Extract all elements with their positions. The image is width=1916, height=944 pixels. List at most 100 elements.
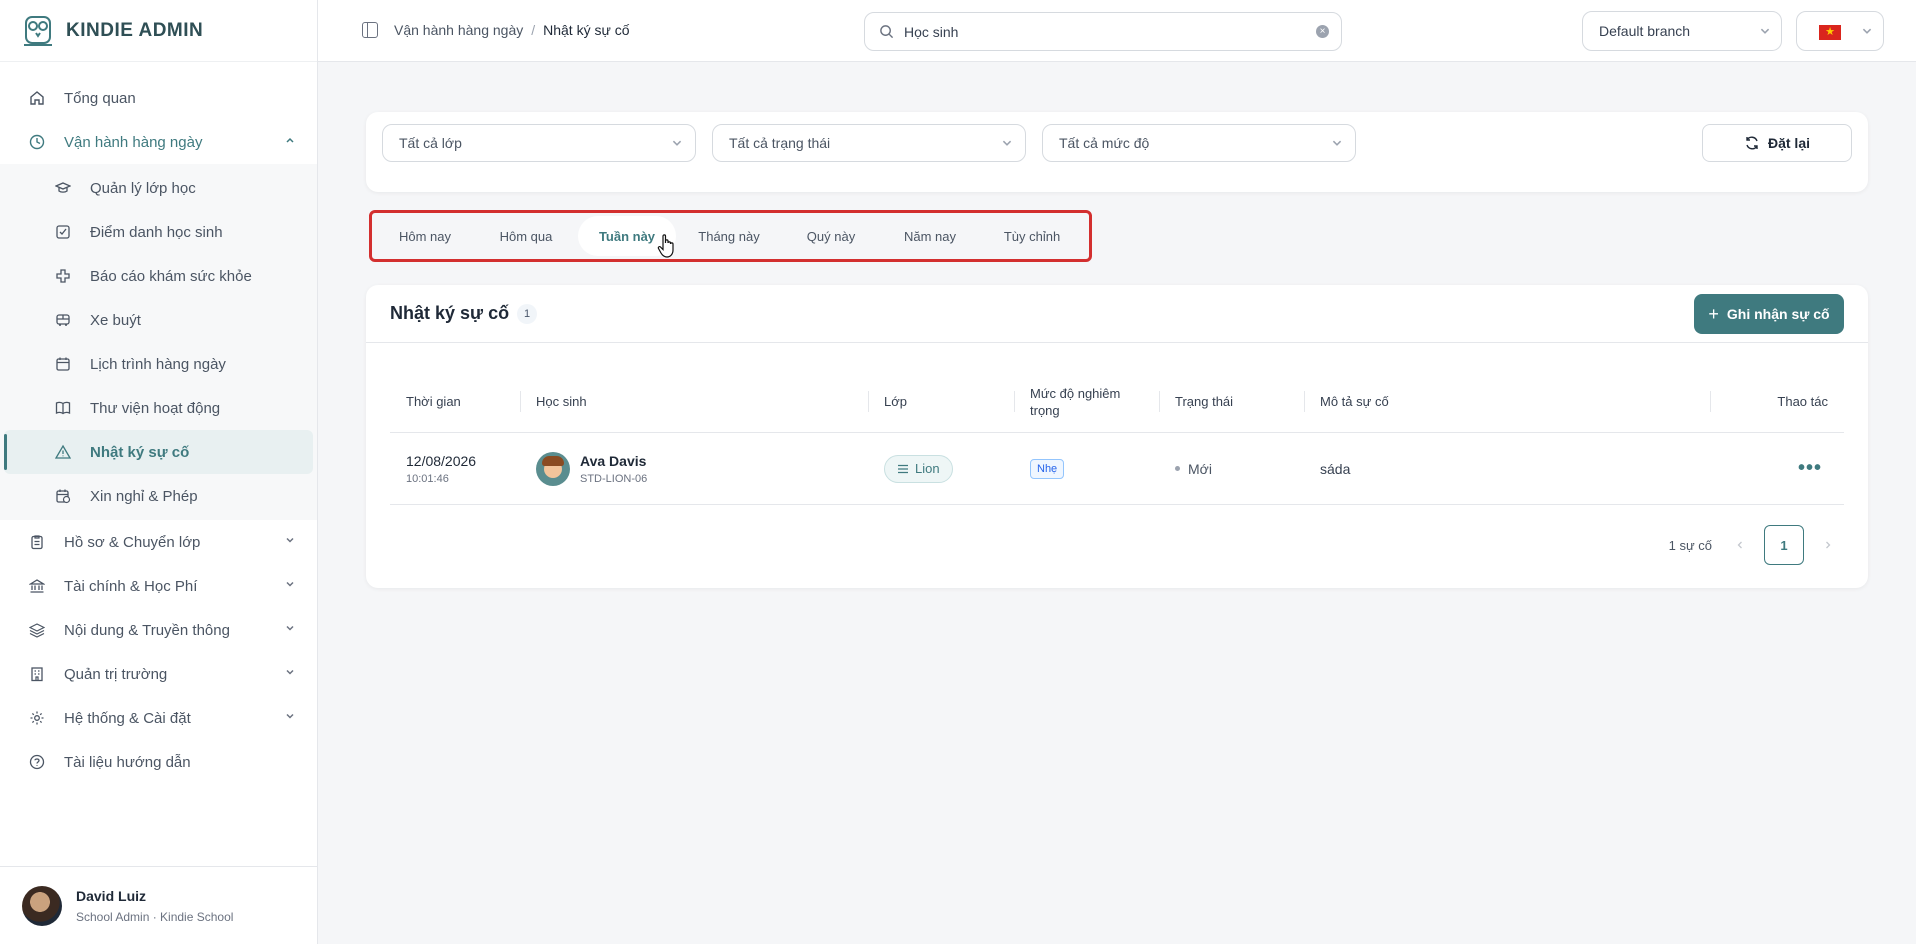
sidebar-item-finance[interactable]: Tài chính & Học Phí bbox=[0, 564, 317, 608]
student-name[interactable]: Ava Davis bbox=[580, 453, 647, 469]
tab-label: Tùy chỉnh bbox=[1003, 228, 1061, 244]
layers-icon bbox=[28, 621, 46, 639]
breadcrumb-separator: / bbox=[531, 22, 536, 38]
tab-label: Năm nay bbox=[903, 228, 957, 244]
add-incident-button[interactable]: + Ghi nhận sự cố bbox=[1694, 294, 1844, 334]
student-avatar bbox=[536, 451, 570, 486]
search-icon bbox=[880, 25, 894, 39]
sidebar-item-school-admin[interactable]: Quản trị trường bbox=[0, 652, 317, 696]
breadcrumb-item-parent[interactable]: Vận hành hàng ngày bbox=[394, 22, 523, 38]
search-box[interactable]: × bbox=[864, 12, 1342, 51]
sidebar-item-label: Nội dung & Truyền thông bbox=[64, 621, 230, 639]
sidebar-item-label: Hệ thống & Cài đặt bbox=[64, 709, 191, 727]
book-icon bbox=[54, 399, 72, 417]
status-dot bbox=[1175, 466, 1180, 471]
sidebar-item-attendance[interactable]: Điểm danh học sinh bbox=[4, 210, 313, 254]
total-count: 1 sự cố bbox=[1668, 537, 1712, 553]
vietnam-flag-icon: ★ bbox=[1819, 25, 1841, 40]
incident-log-card: Nhật ký sự cố 1 + Ghi nhận sự cố Thời gi… bbox=[366, 285, 1868, 588]
sidebar-item-overview[interactable]: Tổng quan bbox=[0, 76, 317, 120]
cell-time: 12/08/2026 10:01:46 bbox=[390, 433, 520, 504]
sidebar-item-leave[interactable]: Xin nghỉ & Phép bbox=[4, 474, 313, 518]
page-button-current[interactable]: 1 bbox=[1764, 525, 1804, 565]
card-header: Nhật ký sự cố 1 + Ghi nhận sự cố bbox=[366, 285, 1868, 343]
class-filter-select[interactable]: Tất cả lớp bbox=[382, 124, 696, 162]
sidebar-item-label: Báo cáo khám sức khỏe bbox=[90, 267, 252, 285]
sidebar-item-records[interactable]: Hồ sơ & Chuyển lớp bbox=[0, 520, 317, 564]
cell-class: Lion bbox=[868, 433, 1014, 504]
incident-date: 12/08/2026 bbox=[406, 452, 477, 469]
tab-label: Tháng này bbox=[698, 228, 760, 244]
chevron-down-icon bbox=[1862, 28, 1872, 34]
column-header-status[interactable]: Trạng thái bbox=[1159, 371, 1304, 432]
incident-time: 10:01:46 bbox=[406, 472, 449, 485]
user-profile[interactable]: David Luiz School Admin · Kindie School bbox=[0, 866, 317, 944]
chevron-down-icon bbox=[286, 625, 294, 631]
clipboard-icon bbox=[28, 533, 46, 551]
cell-status: Mới bbox=[1159, 433, 1304, 504]
incident-table: Thời gian Học sinh Lớp Mức độ nghiêm trọ… bbox=[390, 371, 1844, 505]
column-header-class[interactable]: Lớp bbox=[868, 371, 1014, 432]
column-header-actions: Thao tác bbox=[1710, 371, 1844, 432]
column-header-student[interactable]: Học sinh bbox=[520, 371, 868, 432]
student-code: STD-LION-06 bbox=[580, 472, 648, 485]
plus-icon: + bbox=[1708, 303, 1719, 324]
tab-this-year[interactable]: Năm nay bbox=[880, 216, 980, 256]
graduation-cap-icon bbox=[54, 179, 72, 197]
chevron-down-icon bbox=[1002, 140, 1012, 146]
status-filter-select[interactable]: Tất cả trạng thái bbox=[712, 124, 1026, 162]
home-icon bbox=[28, 89, 46, 107]
column-header-severity[interactable]: Mức độ nghiêm trọng bbox=[1014, 371, 1159, 432]
more-actions-icon[interactable]: ••• bbox=[1798, 457, 1822, 480]
brand[interactable]: KINDIE ADMIN bbox=[0, 0, 317, 62]
sidebar-item-label: Thư viện hoạt động bbox=[90, 399, 221, 417]
tab-custom[interactable]: Tùy chỉnh bbox=[980, 216, 1084, 256]
sidebar-toggle-icon[interactable] bbox=[362, 22, 378, 38]
pagination: 1 sự cố 1 bbox=[1669, 525, 1844, 565]
column-header-time[interactable]: Thời gian bbox=[390, 371, 520, 432]
sidebar-item-health-report[interactable]: Báo cáo khám sức khỏe bbox=[4, 254, 313, 298]
bank-icon bbox=[28, 577, 46, 595]
bus-icon bbox=[54, 311, 72, 329]
sidebar-item-label: Vận hành hàng ngày bbox=[64, 133, 203, 151]
tab-today[interactable]: Hôm nay bbox=[376, 216, 474, 256]
branch-select[interactable]: Default branch bbox=[1582, 11, 1782, 51]
sidebar-item-docs[interactable]: Tài liệu hướng dẫn bbox=[0, 740, 317, 784]
sidebar-item-daily-operations[interactable]: Vận hành hàng ngày bbox=[0, 120, 317, 164]
sidebar: KINDIE ADMIN Tổng quan Vận hành hàng ngà… bbox=[0, 0, 318, 944]
tab-label: Quý này bbox=[806, 228, 856, 244]
cell-severity: Nhẹ bbox=[1014, 433, 1159, 504]
tab-label: Hôm qua bbox=[499, 228, 553, 244]
sidebar-item-class-management[interactable]: Quản lý lớp học bbox=[4, 166, 313, 210]
reset-filters-button[interactable]: Đặt lại bbox=[1702, 124, 1852, 162]
incident-log-title: Nhật ký sự cố bbox=[390, 303, 510, 323]
prev-page-icon[interactable] bbox=[1724, 529, 1756, 561]
sidebar-item-daily-schedule[interactable]: Lịch trình hàng ngày bbox=[4, 342, 313, 386]
language-select[interactable]: ★ bbox=[1796, 11, 1884, 51]
column-header-description[interactable]: Mô tả sự cố bbox=[1304, 371, 1710, 432]
clock-icon bbox=[28, 133, 46, 151]
table-row[interactable]: 12/08/2026 10:01:46 Ava Davis STD-LION-0… bbox=[390, 433, 1844, 505]
sidebar-item-label: Tổng quan bbox=[64, 89, 136, 107]
warning-icon bbox=[54, 443, 72, 461]
tab-this-month[interactable]: Tháng này bbox=[676, 216, 782, 256]
sidebar-item-incident-log[interactable]: Nhật ký sự cố bbox=[4, 430, 313, 474]
sidebar-item-settings[interactable]: Hệ thống & Cài đặt bbox=[0, 696, 317, 740]
clear-search-icon[interactable]: × bbox=[1316, 25, 1329, 38]
reset-filters-label: Đặt lại bbox=[1767, 135, 1810, 151]
class-filter-value: Tất cả lớp bbox=[399, 135, 462, 151]
sidebar-item-bus[interactable]: Xe buýt bbox=[4, 298, 313, 342]
status-filter-value: Tất cả trạng thái bbox=[729, 135, 831, 151]
incident-description: sáda bbox=[1320, 460, 1351, 477]
breadcrumb-item-current: Nhật ký sự cố bbox=[543, 22, 630, 38]
chevron-up-icon bbox=[286, 137, 294, 143]
list-icon bbox=[898, 464, 908, 473]
severity-filter-select[interactable]: Tất cả mức độ bbox=[1042, 124, 1356, 162]
sidebar-item-activity-library[interactable]: Thư viện hoạt động bbox=[4, 386, 313, 430]
sidebar-item-content[interactable]: Nội dung & Truyền thông bbox=[0, 608, 317, 652]
sidebar-item-label: Nhật ký sự cố bbox=[90, 443, 190, 461]
next-page-icon[interactable] bbox=[1812, 529, 1844, 561]
tab-this-quarter[interactable]: Quý này bbox=[782, 216, 880, 256]
tab-yesterday[interactable]: Hôm qua bbox=[474, 216, 578, 256]
search-input[interactable] bbox=[904, 23, 1304, 40]
